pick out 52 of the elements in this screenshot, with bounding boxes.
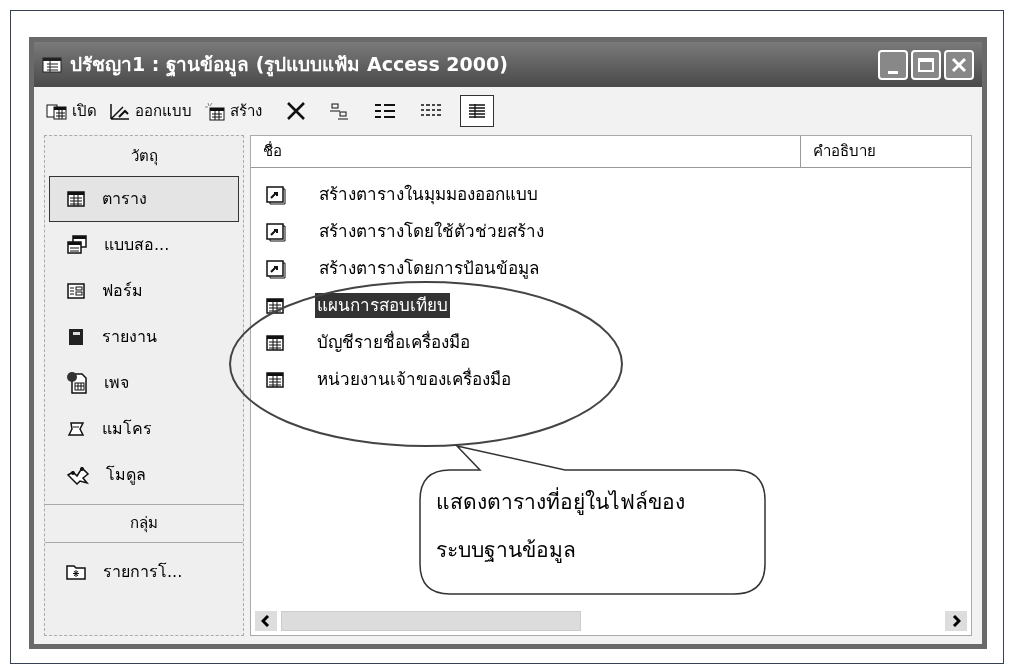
sidebar-item[interactable]: ฟอร์ม bbox=[49, 268, 239, 314]
table-icon bbox=[265, 296, 285, 315]
delete-icon bbox=[285, 100, 307, 122]
table-icon bbox=[66, 190, 86, 208]
sidebar-item[interactable]: รายงาน bbox=[49, 314, 239, 360]
table-icon bbox=[265, 370, 285, 389]
section-header: วัตถุ bbox=[129, 145, 159, 168]
column-header[interactable]: คำอธิบาย bbox=[801, 136, 971, 167]
toolbar-button[interactable]: สร้าง bbox=[204, 99, 262, 123]
toolbar-button[interactable]: เปิด bbox=[46, 99, 97, 123]
ruler-pencil-icon bbox=[109, 101, 131, 121]
large-icons-icon bbox=[327, 101, 351, 121]
details-view-button[interactable] bbox=[460, 95, 494, 127]
module-icon bbox=[66, 465, 90, 485]
open-table-icon bbox=[46, 101, 68, 121]
database-window-icon bbox=[42, 55, 62, 74]
scroll-left-button[interactable] bbox=[255, 611, 277, 631]
list-item[interactable]: หน่วยงานเจ้าของเครื่องมือ bbox=[315, 366, 513, 393]
shortcut-icon bbox=[265, 221, 287, 242]
sidebar-item[interactable]: รายการโ... bbox=[49, 549, 239, 595]
window-title: ปรัชญา1 : ฐานข้อมูล (รูปแบบแฟ้ม Access 2000) bbox=[70, 52, 508, 79]
shortcut-icon bbox=[265, 184, 287, 205]
toolbar-button[interactable]: ออกแบบ bbox=[109, 99, 192, 123]
callout-text: แสดงตารางที่อยู่ในไฟล์ของ bbox=[436, 487, 685, 519]
column-header[interactable]: ชื่อ bbox=[251, 136, 801, 167]
list-item[interactable]: บัญชีรายชื่อเครื่องมือ bbox=[315, 329, 472, 356]
small-icons-icon bbox=[373, 101, 397, 121]
maximize-button[interactable] bbox=[911, 49, 941, 80]
list-item[interactable]: สร้างตารางในมุมมองออกแบบ bbox=[317, 181, 540, 208]
folder-star-icon bbox=[65, 563, 87, 581]
sidebar-item[interactable]: เพจ bbox=[49, 360, 239, 406]
table-icon bbox=[265, 333, 285, 352]
list-item[interactable]: สร้างตารางโดยการป้อนข้อมูล bbox=[317, 255, 541, 282]
shortcut-icon bbox=[265, 258, 287, 279]
scroll-thumb[interactable] bbox=[281, 611, 581, 631]
section-header: กลุ่ม bbox=[45, 504, 243, 542]
stacked-tables-icon bbox=[66, 235, 88, 255]
minimize-button[interactable] bbox=[878, 49, 908, 80]
list-item[interactable]: สร้างตารางโดยใช้ตัวช่วยสร้าง bbox=[317, 218, 546, 245]
page-icon bbox=[66, 371, 88, 395]
close-icon bbox=[950, 55, 968, 74]
report-icon bbox=[66, 327, 86, 347]
sidebar-item[interactable]: แบบสอ... bbox=[49, 222, 239, 268]
list-item[interactable]: แผนการสอบเทียบ bbox=[315, 292, 450, 319]
callout-text: ระบบฐานข้อมูล bbox=[436, 536, 577, 565]
sidebar-item[interactable]: ตาราง bbox=[49, 176, 239, 222]
close-button[interactable] bbox=[944, 49, 974, 80]
new-table-icon bbox=[204, 101, 226, 121]
sidebar-item[interactable]: โมดูล bbox=[49, 452, 239, 498]
form-icon bbox=[66, 282, 86, 300]
sidebar-item[interactable]: แมโคร bbox=[49, 406, 239, 452]
scroll-right-button[interactable] bbox=[945, 611, 967, 631]
